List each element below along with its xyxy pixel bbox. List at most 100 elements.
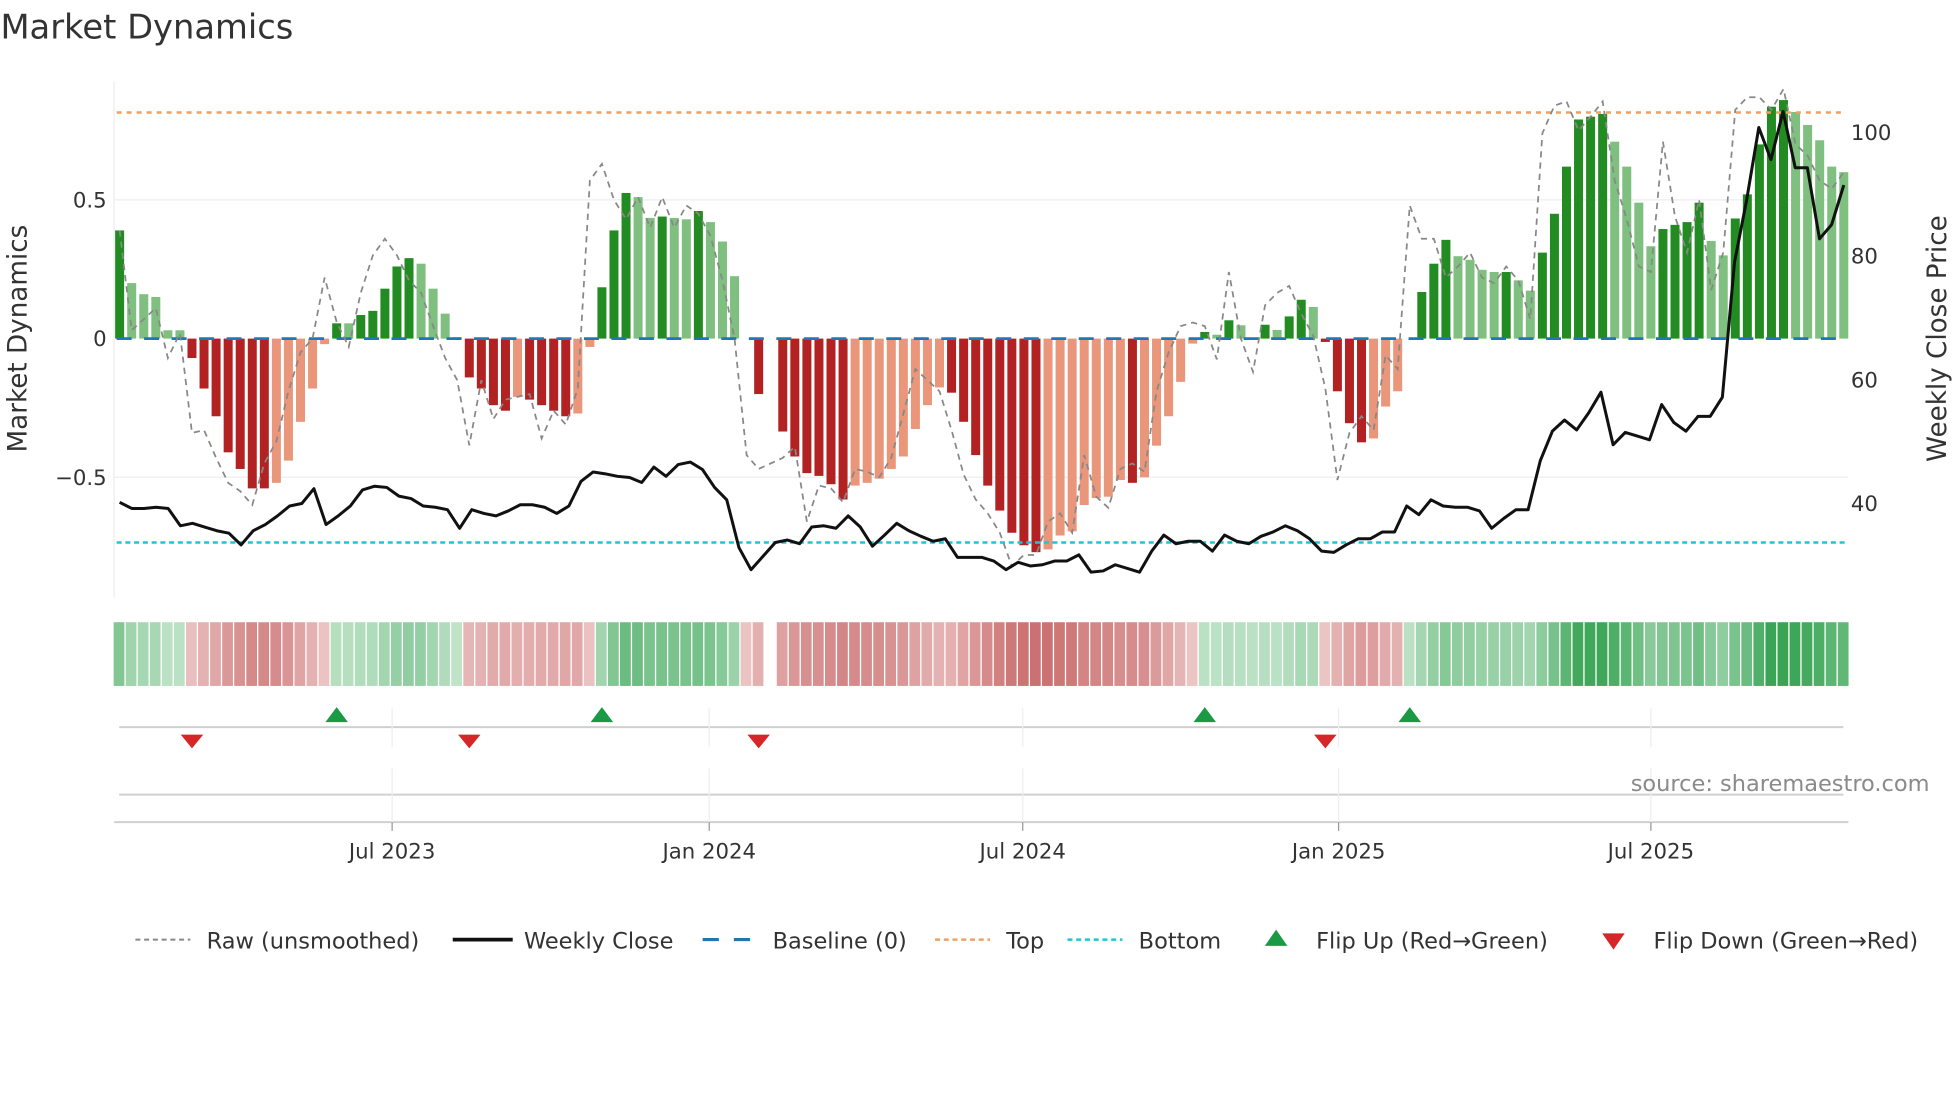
bar: [115, 230, 125, 339]
strip-cell: [1644, 622, 1656, 686]
strip-cell: [692, 622, 704, 686]
y-tick-label: 0.5: [73, 188, 107, 213]
strip-cell: [1488, 622, 1499, 686]
strip-cell: [1500, 622, 1511, 686]
bar: [717, 241, 727, 339]
strip-cell: [897, 622, 909, 686]
legend-item-top: Top: [935, 928, 1044, 954]
bar: [1344, 338, 1354, 424]
bar: [959, 338, 969, 422]
strip-cell: [1367, 622, 1379, 686]
flip-down-legend-icon: [1602, 933, 1625, 950]
bar: [971, 338, 981, 456]
bar: [983, 338, 993, 486]
bar: [199, 338, 209, 389]
strip-cell: [1741, 622, 1753, 686]
strip-cell: [1138, 622, 1150, 686]
bar: [1718, 255, 1728, 339]
bar: [935, 338, 945, 388]
strip-cell: [728, 622, 740, 686]
bar: [645, 217, 655, 339]
strip-cell: [1017, 622, 1029, 686]
strip-cell: [825, 622, 836, 686]
y-tick-label: −0.5: [55, 466, 107, 491]
legend-item-bottom: Bottom: [1067, 928, 1221, 954]
flip-up-marker: [590, 707, 614, 723]
bar: [862, 338, 872, 483]
legend-label: Flip Up (Red→Green): [1316, 928, 1548, 954]
strip-cell: [1259, 622, 1270, 686]
strip-cell: [1693, 622, 1704, 686]
strip-cell: [1042, 622, 1053, 686]
strip-cell: [185, 622, 197, 686]
bar: [1477, 269, 1487, 339]
regime-heat-strip: [113, 622, 1849, 686]
strip-cell: [354, 622, 366, 686]
strip-cell: [1247, 622, 1258, 686]
flip-down-marker: [458, 734, 481, 749]
strip-cell: [668, 622, 680, 686]
strip-cell: [1234, 622, 1246, 686]
strip-cell: [1319, 622, 1331, 686]
y-axis-label: Market Dynamics: [4, 225, 34, 453]
strip-cell: [1451, 622, 1463, 686]
bar: [380, 288, 390, 339]
strip-cell: [198, 622, 209, 686]
strip-cell: [1102, 622, 1114, 686]
bar: [1393, 338, 1403, 392]
strip-cell: [222, 622, 233, 686]
strip-cell: [439, 622, 450, 686]
bar: [693, 211, 703, 339]
x-axis: Jul 2023 Jan 2024 Jul 2024 Jan 2025 Jul 2025: [114, 708, 1849, 864]
strip-cell: [1837, 622, 1849, 686]
strip-cell: [1572, 622, 1584, 686]
bar: [187, 338, 197, 359]
strip-cell: [583, 622, 595, 686]
bar: [1369, 338, 1379, 439]
bar: [1610, 141, 1620, 339]
weekly-close-line: [118, 109, 1846, 574]
strip-cell: [270, 622, 282, 686]
strip-cell: [318, 622, 330, 686]
strip-cell: [1391, 622, 1403, 686]
bar: [730, 276, 740, 339]
strip-cell: [390, 622, 402, 686]
bar: [151, 296, 161, 339]
legend-item-raw: Raw (unsmoothed): [135, 928, 419, 954]
bar: [1453, 256, 1463, 339]
strip-cell: [740, 622, 752, 686]
strip-cell: [861, 622, 872, 686]
strip-cell: [535, 622, 547, 686]
x-tick-label: Jul 2023: [347, 839, 435, 864]
flip-down-marker: [747, 734, 770, 749]
strip-cell: [1729, 622, 1741, 686]
strip-cell: [1753, 622, 1765, 686]
bar: [1598, 113, 1608, 339]
strip-cell: [752, 622, 764, 686]
bar: [802, 338, 812, 474]
bar: [754, 338, 764, 395]
strip-cell: [475, 622, 487, 686]
bar: [1019, 338, 1029, 546]
strip-cell: [1222, 622, 1234, 686]
strip-cell: [463, 622, 475, 686]
strip-cell: [644, 622, 655, 686]
strip-cell: [1174, 622, 1186, 686]
legend: Raw (unsmoothed) Weekly Close Baseline (0)…: [135, 928, 1918, 954]
bar: [513, 338, 523, 397]
flip-up-legend-icon: [1264, 929, 1288, 946]
strip-cell: [366, 622, 378, 686]
y2-axis-label: Weekly Close Price: [1923, 215, 1953, 462]
strip-cell: [499, 622, 511, 686]
strip-cell: [1114, 622, 1126, 686]
strip-cell: [559, 622, 571, 686]
bar: [416, 263, 426, 339]
y2-ticks: 100 80 60 40: [1851, 121, 1892, 517]
y2-tick-label: 80: [1851, 245, 1878, 270]
strip-cell: [873, 622, 884, 686]
bar: [1115, 338, 1125, 481]
bar: [488, 338, 498, 406]
bar: [428, 288, 438, 339]
y2-tick-label: 40: [1851, 492, 1878, 517]
bar: [308, 338, 318, 389]
